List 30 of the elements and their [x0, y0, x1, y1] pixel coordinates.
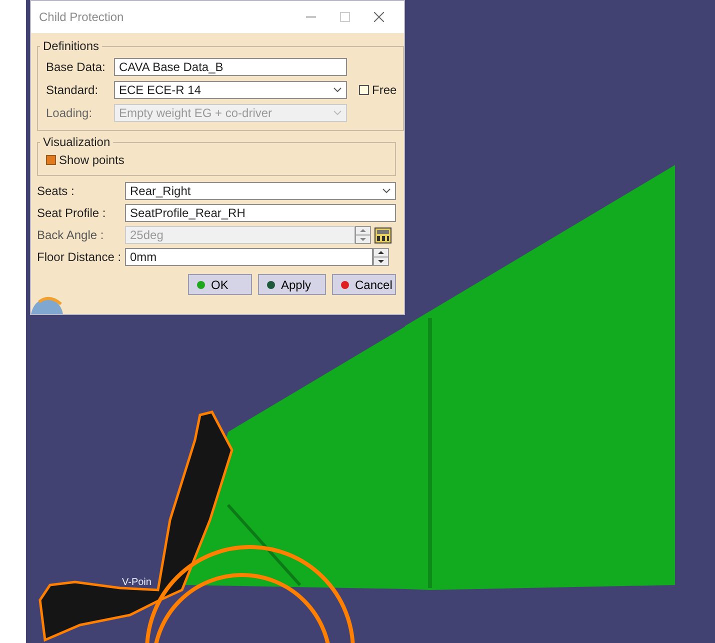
checkbox-label: Free	[372, 82, 397, 96]
window-title: Child Protection	[39, 10, 125, 24]
field-label: Base Data:	[46, 60, 106, 74]
group-title: Visualization	[42, 135, 112, 149]
checkbox[interactable]	[359, 84, 369, 94]
group-title: Definitions	[42, 39, 100, 53]
chevron-icon	[333, 86, 342, 92]
checkbox[interactable]	[46, 155, 56, 165]
spinner-arrows-icon[interactable]	[373, 248, 389, 266]
standard-dropdown[interactable]: ECE ECE-R 14	[114, 80, 347, 98]
dialog-button[interactable]: Cancel	[332, 274, 396, 295]
field-label: Standard:	[46, 82, 100, 96]
close-icon[interactable]	[374, 12, 384, 22]
minimize-icon[interactable]	[306, 16, 316, 18]
checkbox-label: Show points	[59, 153, 124, 167]
text-field[interactable]: SeatProfile_Rear_RH	[125, 204, 396, 222]
spinner-field[interactable]: 0mm	[125, 248, 373, 266]
field-label: Floor Distance :	[37, 250, 122, 264]
base-data-field[interactable]: CAVA Base Data_B	[114, 58, 347, 76]
chevron-icon	[382, 188, 391, 194]
seats-dropdown[interactable]: Rear_Right	[125, 182, 396, 200]
chevron-icon	[333, 110, 342, 116]
calculator-icon[interactable]	[373, 225, 393, 245]
dialog-button[interactable]: OK	[188, 274, 252, 295]
field-label: Seats :	[37, 184, 76, 198]
field-label: Seat Profile :	[37, 206, 107, 220]
field-label: Loading:	[46, 106, 94, 120]
field-label: Back Angle :	[37, 228, 105, 242]
point-label: V-Poin	[122, 577, 152, 588]
dialog-button[interactable]: Apply	[258, 274, 326, 295]
